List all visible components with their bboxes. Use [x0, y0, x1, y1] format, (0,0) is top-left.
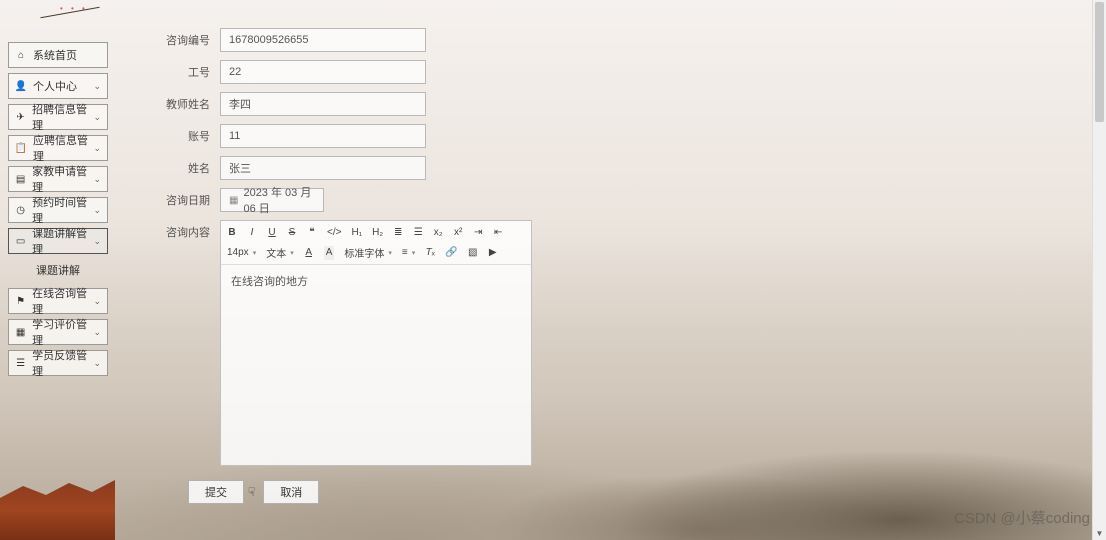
chevron-down-icon: ⌄ — [93, 81, 101, 92]
sidebar-item-feedback[interactable]: ☰ 学员反馈管理 ⌄ — [8, 350, 108, 376]
flag-icon: ⚑ — [15, 295, 26, 307]
quote-button[interactable]: ❝ — [307, 225, 317, 239]
sidebar-item-apply[interactable]: 📋 应聘信息管理 ⌄ — [8, 135, 108, 161]
text-color-button[interactable]: A — [304, 246, 314, 260]
name-input[interactable] — [220, 156, 426, 180]
clear-format-button[interactable]: Tₓ — [425, 246, 435, 260]
home-icon: ⌂ — [15, 49, 27, 61]
watermark: CSDN @小蔡coding — [954, 507, 1090, 528]
h1-button[interactable]: H₁ — [351, 225, 362, 239]
sidebar-item-label: 学员反馈管理 — [32, 347, 93, 379]
sidebar-item-label: 个人中心 — [33, 78, 77, 94]
sidebar-item-schedule[interactable]: ◷ 预约时间管理 ⌄ — [8, 197, 108, 223]
sidebar-subitem-label: 课题讲解 — [36, 262, 80, 278]
image-button[interactable]: ▧ — [468, 246, 478, 260]
grid-icon: ▦ — [15, 326, 26, 338]
sidebar-item-consult[interactable]: ⚑ 在线咨询管理 ⌄ — [8, 288, 108, 314]
consult-date-label: 咨询日期 — [148, 192, 210, 208]
sidebar: ⌂ 系统首页 👤 个人中心 ⌄ ✈ 招聘信息管理 ⌄ 📋 应聘信息管理 ⌄ ▤ … — [8, 42, 108, 381]
chevron-down-icon: ⌄ — [93, 327, 101, 338]
chat-icon: ▭ — [15, 235, 26, 247]
clock-icon: ◷ — [15, 204, 26, 216]
job-no-input[interactable] — [220, 60, 426, 84]
teacher-name-label: 教师姓名 — [148, 96, 210, 112]
account-label: 账号 — [148, 128, 210, 144]
main-form: 咨询编号 工号 教师姓名 账号 姓名 咨询日期 ▦ 2023 年 03 月 06… — [148, 28, 1086, 504]
unordered-list-button[interactable]: ☰ — [413, 225, 423, 239]
sidebar-item-label: 预约时间管理 — [32, 194, 93, 226]
consult-date-input[interactable]: ▦ 2023 年 03 月 06 日 — [220, 188, 324, 212]
chevron-down-icon: ⌄ — [93, 143, 101, 154]
cancel-button[interactable]: 取消 — [263, 480, 319, 504]
sidebar-item-lecture[interactable]: ▭ 课题讲解管理 ⌄ — [8, 228, 108, 254]
book-icon: ▤ — [15, 173, 26, 185]
chevron-down-icon: ⌄ — [93, 358, 101, 369]
chevron-down-icon: ⌄ — [93, 236, 101, 247]
teacher-name-input[interactable] — [220, 92, 426, 116]
sidebar-item-label: 学习评价管理 — [32, 316, 93, 348]
cursor-icon: ☟ — [248, 485, 255, 499]
align-select[interactable]: ≡▾ — [402, 247, 415, 258]
sidebar-item-tutor[interactable]: ▤ 家教申请管理 ⌄ — [8, 166, 108, 192]
consult-content-label: 咨询内容 — [148, 224, 210, 240]
video-button[interactable]: ▶ — [488, 246, 498, 260]
outdent-button[interactable]: ⇤ — [493, 225, 503, 239]
editor-toolbar: B I U S ❝ </> H₁ H₂ ≣ ☰ x₂ x² ⇥ ⇤ 14px▾ … — [221, 221, 531, 265]
indent-button[interactable]: ⇥ — [473, 225, 483, 239]
scroll-down-arrow-icon[interactable]: ▼ — [1093, 526, 1106, 540]
strike-button[interactable]: S — [287, 225, 297, 239]
sidebar-item-label: 招聘信息管理 — [32, 101, 93, 133]
job-no-label: 工号 — [148, 64, 210, 80]
sidebar-item-label: 应聘信息管理 — [33, 132, 93, 164]
paragraph-select[interactable]: 文本▾ — [266, 245, 294, 260]
submit-button[interactable]: 提交 — [188, 480, 244, 504]
name-label: 姓名 — [148, 160, 210, 176]
clipboard-icon: 📋 — [15, 142, 27, 154]
consult-date-value: 2023 年 03 月 06 日 — [243, 184, 315, 216]
calendar-icon: ▦ — [229, 195, 238, 206]
user-icon: 👤 — [15, 80, 27, 92]
vertical-scrollbar[interactable]: ▲ ▼ — [1092, 0, 1106, 540]
scrollbar-thumb[interactable] — [1095, 2, 1104, 122]
sidebar-item-label: 在线咨询管理 — [32, 285, 93, 317]
sidebar-item-label: 课题讲解管理 — [32, 225, 93, 257]
ordered-list-button[interactable]: ≣ — [393, 225, 403, 239]
sidebar-item-label: 系统首页 — [33, 47, 77, 63]
italic-button[interactable]: I — [247, 225, 257, 239]
sidebar-item-profile[interactable]: 👤 个人中心 ⌄ — [8, 73, 108, 99]
fontsize-select[interactable]: 14px▾ — [227, 247, 256, 258]
fontfamily-select[interactable]: 标准字体▾ — [344, 245, 392, 260]
link-button[interactable]: 🔗 — [445, 246, 457, 260]
sidebar-item-recruit[interactable]: ✈ 招聘信息管理 ⌄ — [8, 104, 108, 130]
chevron-down-icon: ⌄ — [93, 174, 101, 185]
sidebar-subitem-lecture[interactable]: 课题讲解 — [8, 259, 108, 281]
sidebar-item-label: 家教申请管理 — [32, 163, 93, 195]
bold-button[interactable]: B — [227, 225, 237, 239]
sidebar-item-review[interactable]: ▦ 学习评价管理 ⌄ — [8, 319, 108, 345]
sidebar-item-home[interactable]: ⌂ 系统首页 — [8, 42, 108, 68]
superscript-button[interactable]: x² — [453, 225, 463, 239]
feedback-icon: ☰ — [15, 357, 26, 369]
chevron-down-icon: ⌄ — [93, 296, 101, 307]
bg-color-button[interactable]: A — [324, 246, 335, 260]
subscript-button[interactable]: x₂ — [433, 225, 443, 239]
code-button[interactable]: </> — [327, 225, 341, 239]
chevron-down-icon: ⌄ — [93, 205, 101, 216]
chevron-down-icon: ⌄ — [93, 112, 101, 123]
underline-button[interactable]: U — [267, 225, 277, 239]
consult-no-label: 咨询编号 — [148, 32, 210, 48]
h2-button[interactable]: H₂ — [372, 225, 383, 239]
editor-content[interactable]: 在线咨询的地方 — [221, 265, 531, 465]
send-icon: ✈ — [15, 111, 26, 123]
rich-text-editor: B I U S ❝ </> H₁ H₂ ≣ ☰ x₂ x² ⇥ ⇤ 14px▾ … — [220, 220, 532, 466]
consult-no-input[interactable] — [220, 28, 426, 52]
account-input[interactable] — [220, 124, 426, 148]
